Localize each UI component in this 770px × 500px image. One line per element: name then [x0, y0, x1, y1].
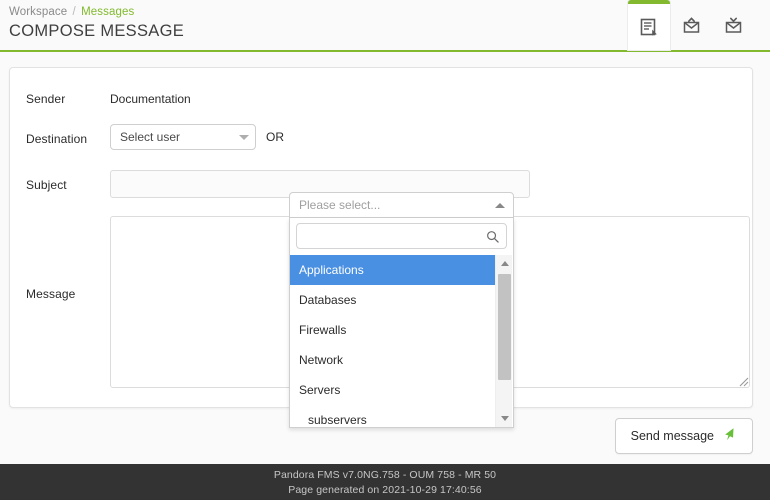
- form-actions: Send message: [614, 418, 753, 454]
- breadcrumb-separator: /: [72, 6, 76, 18]
- send-message-label: Send message: [630, 429, 714, 443]
- chevron-up-icon: [495, 202, 505, 208]
- scrollbar-down-arrow[interactable]: [496, 410, 513, 427]
- group-option[interactable]: Servers: [290, 375, 495, 405]
- page-header: Workspace / Messages COMPOSE MESSAGE: [0, 0, 770, 52]
- page-footer: Pandora FMS v7.0NG.758 - OUM 758 - MR 50…: [0, 464, 770, 500]
- triangle-down-icon: [500, 416, 509, 421]
- group-select-toggle[interactable]: Please select...: [289, 192, 514, 218]
- group-search-field[interactable]: [296, 223, 507, 249]
- sender-label: Sender: [26, 92, 66, 106]
- green-arrow-icon: [722, 427, 737, 445]
- send-message-button[interactable]: Send message: [614, 418, 753, 454]
- footer-version: Pandora FMS v7.0NG.758 - OUM 758 - MR 50: [273, 469, 497, 481]
- group-option[interactable]: Applications: [290, 255, 495, 285]
- page-title: COMPOSE MESSAGE: [9, 22, 185, 40]
- user-select[interactable]: Select user: [110, 124, 256, 150]
- breadcrumb: Workspace / Messages: [9, 6, 134, 18]
- group-select-dropdown: Applications Databases Firewalls Network Ser…: [289, 218, 514, 428]
- subject-label: Subject: [26, 178, 67, 192]
- options-scrollbar[interactable]: [495, 255, 512, 427]
- magnifier-icon: [486, 230, 506, 243]
- group-option[interactable]: subservers: [290, 405, 495, 427]
- header-tab-group: [628, 0, 754, 50]
- scrollbar-up-arrow[interactable]: [496, 255, 513, 272]
- group-option[interactable]: Firewalls: [290, 315, 495, 345]
- breadcrumb-current[interactable]: Messages: [81, 6, 134, 18]
- group-select: Please select... Applications Databases Fi…: [289, 192, 514, 428]
- breadcrumb-root[interactable]: Workspace: [9, 6, 67, 18]
- compose-form-card: Sender Documentation Destination Select …: [9, 67, 753, 428]
- group-option[interactable]: Databases: [290, 285, 495, 315]
- group-search-input[interactable]: [297, 224, 486, 248]
- tab-compose-message[interactable]: [628, 0, 670, 50]
- or-separator: OR: [266, 130, 284, 144]
- group-options-wrapper: Applications Databases Firewalls Network Ser…: [290, 255, 513, 427]
- group-option[interactable]: Network: [290, 345, 495, 375]
- group-select-placeholder: Please select...: [299, 198, 381, 212]
- group-options-list: Applications Databases Firewalls Network Ser…: [290, 255, 495, 427]
- compose-document-icon: [640, 18, 659, 37]
- triangle-up-icon: [500, 261, 509, 266]
- group-search-row: [290, 218, 513, 255]
- chevron-down-icon: [239, 134, 249, 140]
- message-label: Message: [26, 287, 76, 301]
- destination-label: Destination: [26, 132, 88, 146]
- envelope-down-icon: [724, 16, 743, 35]
- scrollbar-thumb[interactable]: [498, 274, 511, 380]
- tab-sent-messages[interactable]: [670, 0, 712, 50]
- tab-received-messages[interactable]: [712, 0, 754, 50]
- envelope-up-icon: [682, 16, 701, 35]
- footer-generated: Page generated on 2021-10-29 17:40:56: [288, 484, 482, 496]
- sender-value: Documentation: [110, 92, 191, 106]
- user-select-value: Select user: [120, 130, 181, 144]
